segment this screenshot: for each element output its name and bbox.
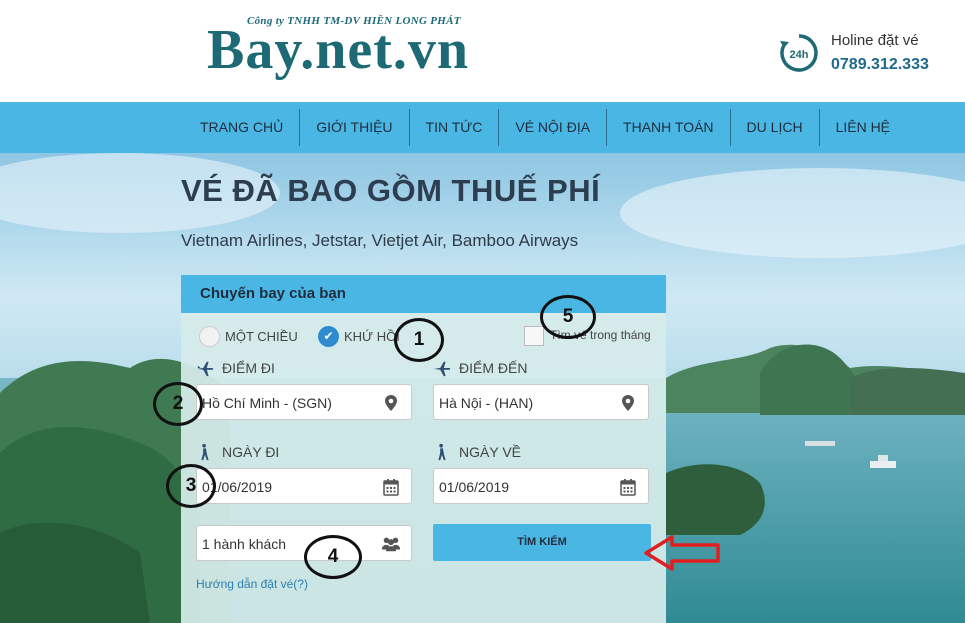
from-label-text: ĐIỂM ĐI xyxy=(222,360,275,376)
depart-date-field[interactable]: 01/06/2019 xyxy=(196,468,412,504)
walking-person-icon xyxy=(438,443,446,461)
round-trip-label: KHỨ HỒI xyxy=(344,328,400,344)
return-date-label: NGÀY VỀ xyxy=(433,443,521,461)
radio-checked-icon: ✔ xyxy=(318,325,339,347)
hero-title: VÉ ĐÃ BAO GỒM THUẾ PHÍ xyxy=(181,173,601,208)
return-label-text: NGÀY VỀ xyxy=(459,444,521,460)
site-header: Công ty TNHH TM-DV HIỀN LONG PHÁT Bay.ne… xyxy=(0,0,965,102)
nav-item-payment[interactable]: THANH TOÁN xyxy=(607,109,731,146)
nav-item-home[interactable]: TRANG CHỦ xyxy=(184,109,301,146)
site-logo[interactable]: Bay.net.vn xyxy=(207,20,469,80)
search-button[interactable]: TÌM KIẾM xyxy=(433,524,651,561)
nav-item-about[interactable]: GIỚI THIỆU xyxy=(300,109,410,146)
booking-help-link[interactable]: Hướng dẫn đặt vé(?) xyxy=(196,577,308,591)
hotline-number[interactable]: 0789.312.333 xyxy=(831,56,929,74)
annotation-5: 5 xyxy=(540,295,596,339)
annotation-2: 2 xyxy=(153,382,203,426)
main-nav: TRANG CHỦ GIỚI THIỆU TIN TỨC VÉ NỘI ĐỊA … xyxy=(0,102,965,153)
return-date-value: 01/06/2019 xyxy=(439,479,510,495)
map-pin-icon xyxy=(385,395,397,411)
map-pin-icon xyxy=(622,395,634,411)
annotation-4: 4 xyxy=(304,535,362,579)
to-label-text: ĐIỂM ĐẾN xyxy=(459,360,528,376)
to-value: Hà Nội - (HAN) xyxy=(439,395,534,411)
depart-date-label: NGÀY ĐI xyxy=(196,443,279,461)
annotation-3: 3 xyxy=(166,464,216,508)
to-label: ĐIỂM ĐẾN xyxy=(433,359,527,377)
calendar-icon xyxy=(620,479,636,496)
phone-24h-icon: 24h xyxy=(780,34,818,72)
annotation-1: 1 xyxy=(394,318,444,362)
from-value: Hồ Chí Minh - (SGN) xyxy=(202,395,332,411)
radio-unchecked-icon xyxy=(199,325,220,347)
hero-banner: VÉ ĐÃ BAO GỒM THUẾ PHÍ Vietnam Airlines,… xyxy=(0,153,965,623)
one-way-label: MỘT CHIỀU xyxy=(225,328,298,344)
users-icon xyxy=(381,537,401,552)
one-way-radio[interactable]: MỘT CHIỀU xyxy=(199,325,298,347)
depart-label-text: NGÀY ĐI xyxy=(222,444,280,460)
red-arrow-icon xyxy=(644,535,720,571)
monthly-search-checkbox[interactable] xyxy=(524,326,544,346)
walking-person-icon xyxy=(201,443,209,461)
hotline-label: Holine đặt vé xyxy=(831,32,919,49)
hotline-badge: 24h xyxy=(790,49,809,61)
from-field[interactable]: Hồ Chí Minh - (SGN) xyxy=(196,384,412,420)
calendar-icon xyxy=(383,479,399,496)
plane-icon xyxy=(433,361,451,377)
hero-subtitle: Vietnam Airlines, Jetstar, Vietjet Air, … xyxy=(181,231,579,250)
nav-item-news[interactable]: TIN TỨC xyxy=(410,109,500,146)
round-trip-radio[interactable]: ✔ KHỨ HỒI xyxy=(318,325,400,347)
to-field[interactable]: Hà Nội - (HAN) xyxy=(433,384,649,420)
return-date-field[interactable]: 01/06/2019 xyxy=(433,468,649,504)
nav-item-contact[interactable]: LIÊN HỆ xyxy=(820,109,906,146)
passenger-value: 1 hành khách xyxy=(202,536,287,552)
nav-item-travel[interactable]: DU LỊCH xyxy=(731,109,820,146)
nav-item-domestic-tickets[interactable]: VÉ NỘI ĐỊA xyxy=(499,109,608,146)
plane-icon xyxy=(196,361,214,377)
from-label: ĐIỂM ĐI xyxy=(196,359,275,377)
